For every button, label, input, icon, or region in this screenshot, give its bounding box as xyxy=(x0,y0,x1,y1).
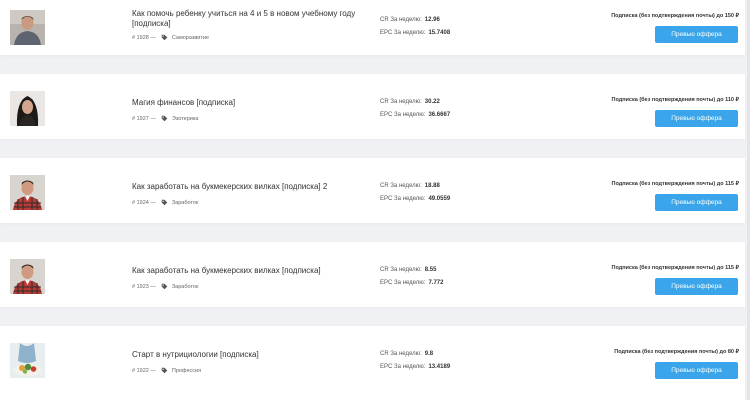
offer-id: # 1922 — xyxy=(132,367,156,374)
cr-label: CR За неделю: xyxy=(380,351,422,357)
offer-payout: Подписка (без подтверждения почты) до 80… xyxy=(614,349,739,355)
preview-offer-button[interactable]: Превью оффера xyxy=(655,194,738,211)
epc-value: 15.7408 xyxy=(428,30,451,36)
offer-category: Профессия xyxy=(171,367,202,374)
preview-offer-button[interactable]: Превью оффера xyxy=(655,362,738,379)
offer-meta: # 1922 — Профессия xyxy=(132,367,201,374)
offer-meta: # 1928 — Саморазвитие xyxy=(132,34,209,41)
offer-id: # 1924 — xyxy=(132,199,156,206)
cr-label: CR За неделю: xyxy=(380,267,422,273)
offer-list: Как помочь ребенку учиться на 4 и 5 в но… xyxy=(0,0,750,400)
offer-payout: Подписка (без подтверждения почты) до 11… xyxy=(611,97,740,103)
cr-value: 12.96 xyxy=(424,17,440,23)
cr-label: CR За неделю: xyxy=(380,99,422,105)
offer-category: Эзотерика xyxy=(171,115,199,122)
offer-payout: Подписка (без подтверждения почты) до 11… xyxy=(611,265,740,271)
offer-card: Как заработать на букмекерских вилках [п… xyxy=(0,158,745,223)
offer-stats: CR За неделю: 30.22 EPC За неделю: 36.6667 xyxy=(380,96,450,122)
preview-offer-button[interactable]: Превью оффера xyxy=(655,110,738,127)
cr-label: CR За неделю: xyxy=(380,183,422,189)
epc-label: EPC За неделю: xyxy=(380,30,426,36)
healthy-food-photo-icon xyxy=(10,343,45,378)
offer-thumbnail xyxy=(10,175,45,210)
epc-value: 13.4189 xyxy=(428,364,451,370)
offer-title[interactable]: Магия финансов [подписка] xyxy=(132,98,364,108)
offer-title[interactable]: Как заработать на букмекерских вилках [п… xyxy=(132,182,364,192)
offer-thumbnail xyxy=(10,91,45,126)
epc-label: EPC За неделю: xyxy=(380,280,426,286)
offer-title[interactable]: Как заработать на букмекерских вилках [п… xyxy=(132,266,364,276)
offer-thumbnail xyxy=(10,343,45,378)
offer-title[interactable]: Старт в нутрициологии [подписка] xyxy=(132,350,364,360)
offer-stats: CR За неделю: 18.88 EPC За неделю: 49.0559 xyxy=(380,180,450,206)
offer-id: # 1923 — xyxy=(132,283,156,290)
offer-category: Саморазвитие xyxy=(171,34,210,41)
offer-thumbnail xyxy=(10,10,45,45)
offer-card: Как заработать на букмекерских вилках [п… xyxy=(0,242,745,307)
woman-portrait-photo-icon xyxy=(10,91,45,126)
offer-category: Заработок xyxy=(171,199,199,206)
cr-value: 30.22 xyxy=(424,99,440,105)
epc-value: 36.6667 xyxy=(428,112,451,118)
offer-title[interactable]: Как помочь ребенку учиться на 4 и 5 в но… xyxy=(132,9,364,29)
tag-icon xyxy=(161,115,168,122)
offer-card: Как помочь ребенку учиться на 4 и 5 в но… xyxy=(0,0,745,55)
tag-icon xyxy=(161,199,168,206)
offer-category: Заработок xyxy=(171,283,199,290)
cr-label: CR За неделю: xyxy=(380,17,422,23)
tag-icon xyxy=(161,283,168,290)
tag-icon xyxy=(161,367,168,374)
offer-id: # 1927 — xyxy=(132,115,156,122)
man-plaid-shirt-photo-icon xyxy=(10,175,45,210)
epc-label: EPC За неделю: xyxy=(380,196,426,202)
cr-value: 18.88 xyxy=(424,183,440,189)
offer-card: Старт в нутрициологии [подписка] # 1922 … xyxy=(0,326,745,400)
preview-offer-button[interactable]: Превью оффера xyxy=(655,278,738,295)
offer-id: # 1928 — xyxy=(132,34,156,41)
epc-label: EPC За неделю: xyxy=(380,364,426,370)
epc-value: 7.772 xyxy=(428,280,444,286)
offer-stats: CR За неделю: 12.96 EPC За неделю: 15.7408 xyxy=(380,14,450,40)
offer-meta: # 1923 — Заработок xyxy=(132,283,198,290)
offer-stats: CR За неделю: 9.8 EPC За неделю: 13.4189 xyxy=(380,348,450,374)
offer-stats: CR За неделю: 8.55 EPC За неделю: 7.772 xyxy=(380,264,443,290)
offer-meta: # 1924 — Заработок xyxy=(132,199,198,206)
man-portrait-photo-icon xyxy=(10,10,45,45)
epc-value: 49.0559 xyxy=(428,196,451,202)
offer-payout: Подписка (без подтверждения почты) до 11… xyxy=(611,181,740,187)
man-plaid-shirt-photo-icon xyxy=(10,259,45,294)
offer-thumbnail xyxy=(10,259,45,294)
cr-value: 8.55 xyxy=(424,267,437,273)
preview-offer-button[interactable]: Превью оффера xyxy=(655,26,738,43)
offer-meta: # 1927 — Эзотерика xyxy=(132,115,198,122)
offer-payout: Подписка (без подтверждения почты) до 15… xyxy=(611,13,739,19)
offer-card: Магия финансов [подписка] # 1927 — Эзоте… xyxy=(0,74,745,139)
epc-label: EPC За неделю: xyxy=(380,112,426,118)
tag-icon xyxy=(161,34,168,41)
cr-value: 9.8 xyxy=(424,351,434,357)
